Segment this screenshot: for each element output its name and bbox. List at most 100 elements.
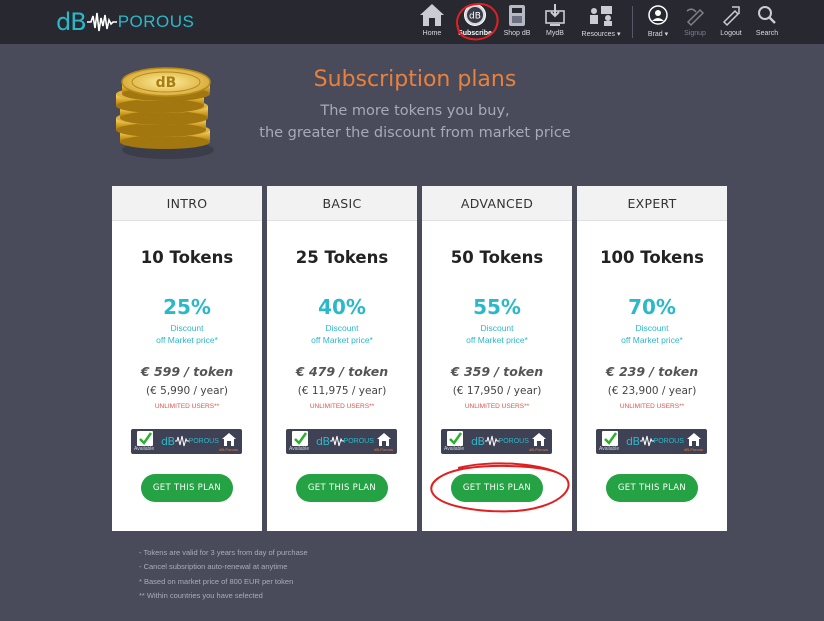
search-icon bbox=[758, 6, 776, 24]
discount-label: Discount bbox=[480, 323, 514, 333]
waveform-icon bbox=[329, 435, 344, 447]
waveform-icon bbox=[639, 435, 654, 447]
badge-sub-label: dB-Porous bbox=[374, 447, 393, 452]
house-icon bbox=[222, 433, 236, 446]
svg-text:dB: dB bbox=[156, 75, 177, 91]
footnote: - Tokens are valid for 3 years from day … bbox=[139, 548, 308, 557]
plan-users-note: UNLIMITED USERS** bbox=[309, 403, 375, 410]
nav-home[interactable]: Home bbox=[418, 3, 446, 41]
user-icon bbox=[648, 5, 668, 25]
plan-discount-text: Discount off Market price* bbox=[112, 322, 262, 346]
annotation-circle-subscribe bbox=[456, 2, 499, 41]
chevron-down-icon: ▾ bbox=[616, 31, 621, 38]
nav-home-label: Home bbox=[422, 30, 442, 37]
plan-discount-percent: 70% bbox=[628, 295, 676, 319]
nav-user-menu[interactable]: Brad ▾ bbox=[641, 3, 675, 41]
plan-name: BASIC bbox=[267, 186, 417, 221]
plan-users-note: UNLIMITED USERS** bbox=[619, 403, 685, 410]
signup-icon bbox=[686, 8, 705, 27]
nav-logout[interactable]: Logout bbox=[716, 3, 746, 41]
nav-shop-label: Shop dB bbox=[503, 30, 531, 37]
mydb-icon bbox=[545, 4, 565, 26]
nav-divider bbox=[632, 6, 633, 38]
annotation-circle-advanced-button bbox=[430, 462, 570, 513]
plan-tokens: 25 Tokens bbox=[295, 248, 389, 267]
plan-price-yearly: (€ 23,900 / year) bbox=[607, 385, 697, 397]
plan-discount-text: Discount off Market price* bbox=[422, 322, 572, 346]
badge-logo-db: dB bbox=[316, 434, 330, 448]
get-plan-button-intro[interactable]: GET THIS PLAN bbox=[141, 474, 233, 502]
plan-tokens: 10 Tokens bbox=[140, 248, 234, 267]
badge-logo: dB POROUS bbox=[471, 433, 529, 449]
logout-icon bbox=[722, 6, 740, 27]
logo-db-text: dB bbox=[56, 8, 87, 36]
plan-price-yearly: (€ 5,990 / year) bbox=[146, 385, 228, 397]
nav-search[interactable]: Search bbox=[752, 3, 782, 41]
brand-logo[interactable]: dB POROUS bbox=[56, 8, 195, 36]
badge-logo-porous: POROUS bbox=[188, 437, 219, 445]
chevron-down-icon: ▾ bbox=[664, 31, 669, 38]
badge-logo-porous: POROUS bbox=[653, 437, 684, 445]
badge-sub-label: dB-Porous bbox=[684, 447, 703, 452]
badge-logo-porous: POROUS bbox=[498, 437, 529, 445]
discount-sub: off Market price* bbox=[466, 335, 528, 345]
nav-shop[interactable]: Shop dB bbox=[501, 3, 533, 41]
nav-mydb-label: MydB bbox=[546, 30, 564, 37]
badge-logo-db: dB bbox=[626, 434, 640, 448]
badge-logo-db: dB bbox=[471, 434, 485, 448]
available-label: Available bbox=[134, 446, 155, 452]
plan-discount-percent: 40% bbox=[318, 295, 366, 319]
discount-label: Discount bbox=[635, 323, 669, 333]
plan-price-yearly: (€ 17,950 / year) bbox=[452, 385, 542, 397]
discount-sub: off Market price* bbox=[621, 335, 683, 345]
nav-logout-label: Logout bbox=[720, 30, 742, 37]
checkmark-icon bbox=[292, 431, 308, 446]
badge-logo-db: dB bbox=[161, 434, 175, 448]
nav-resources[interactable]: Resources ▾ bbox=[576, 3, 626, 41]
plan-price-per-token: € 479 / token bbox=[295, 364, 389, 379]
discount-label: Discount bbox=[170, 323, 204, 333]
discount-sub: off Market price* bbox=[311, 335, 373, 345]
top-navbar: dB POROUS Home dB Subscribe Shop dB MydB… bbox=[0, 0, 824, 44]
plan-discount-percent: 25% bbox=[163, 295, 211, 319]
page-title: Subscription plans bbox=[313, 67, 517, 92]
nav-mydb[interactable]: MydB bbox=[540, 3, 570, 41]
plan-discount-percent: 55% bbox=[473, 295, 521, 319]
nav-resources-label: Resources ▾ bbox=[581, 31, 621, 38]
get-plan-button-basic[interactable]: GET THIS PLAN bbox=[296, 474, 388, 502]
logo-porous-text: POROUS bbox=[117, 12, 195, 31]
home-icon bbox=[420, 4, 444, 26]
discount-label: Discount bbox=[325, 323, 359, 333]
available-label: Available bbox=[444, 446, 465, 452]
plan-card-basic: BASIC 25 Tokens 40% Discount off Market … bbox=[267, 186, 417, 531]
plan-discount-text: Discount off Market price* bbox=[267, 322, 417, 346]
plan-tokens: 100 Tokens bbox=[600, 248, 704, 267]
get-plan-button-expert[interactable]: GET THIS PLAN bbox=[606, 474, 698, 502]
badge-logo: dB POROUS bbox=[161, 433, 219, 449]
subtitle-line-1: The more tokens you buy, bbox=[320, 103, 510, 119]
resources-icon bbox=[590, 6, 612, 26]
discount-sub: off Market price* bbox=[156, 335, 218, 345]
available-badge: Available dB POROUS dB-Porous bbox=[286, 429, 397, 454]
plan-discount-text: Discount off Market price* bbox=[577, 322, 727, 346]
coin-stack-image: dB bbox=[116, 67, 214, 159]
house-icon bbox=[377, 433, 391, 446]
checkmark-icon bbox=[137, 431, 153, 446]
badge-logo-porous: POROUS bbox=[343, 437, 374, 445]
nav-user-label: Brad ▾ bbox=[647, 31, 669, 38]
plan-name: INTRO bbox=[112, 186, 262, 221]
plan-price-per-token: € 359 / token bbox=[450, 364, 544, 379]
waveform-icon bbox=[174, 435, 189, 447]
footnote: - Cancel subsription auto-renewal at any… bbox=[139, 562, 288, 572]
available-badge: Available dB POROUS dB-Porous bbox=[596, 429, 707, 454]
nav-signup[interactable]: Signup bbox=[680, 3, 710, 41]
plan-card-intro: INTRO 10 Tokens 25% Discount off Market … bbox=[112, 186, 262, 531]
available-label: Available bbox=[289, 446, 310, 452]
footnote: ** Within countries you have selected bbox=[139, 590, 263, 600]
plan-users-note: UNLIMITED USERS** bbox=[154, 403, 220, 410]
plan-name: EXPERT bbox=[577, 186, 727, 221]
subtitle-line-2: the greater the discount from market pri… bbox=[259, 125, 571, 141]
badge-logo: dB POROUS bbox=[626, 433, 684, 449]
nav-search-label: Search bbox=[755, 30, 779, 37]
footnotes: - Tokens are valid for 3 years from day … bbox=[139, 546, 308, 603]
